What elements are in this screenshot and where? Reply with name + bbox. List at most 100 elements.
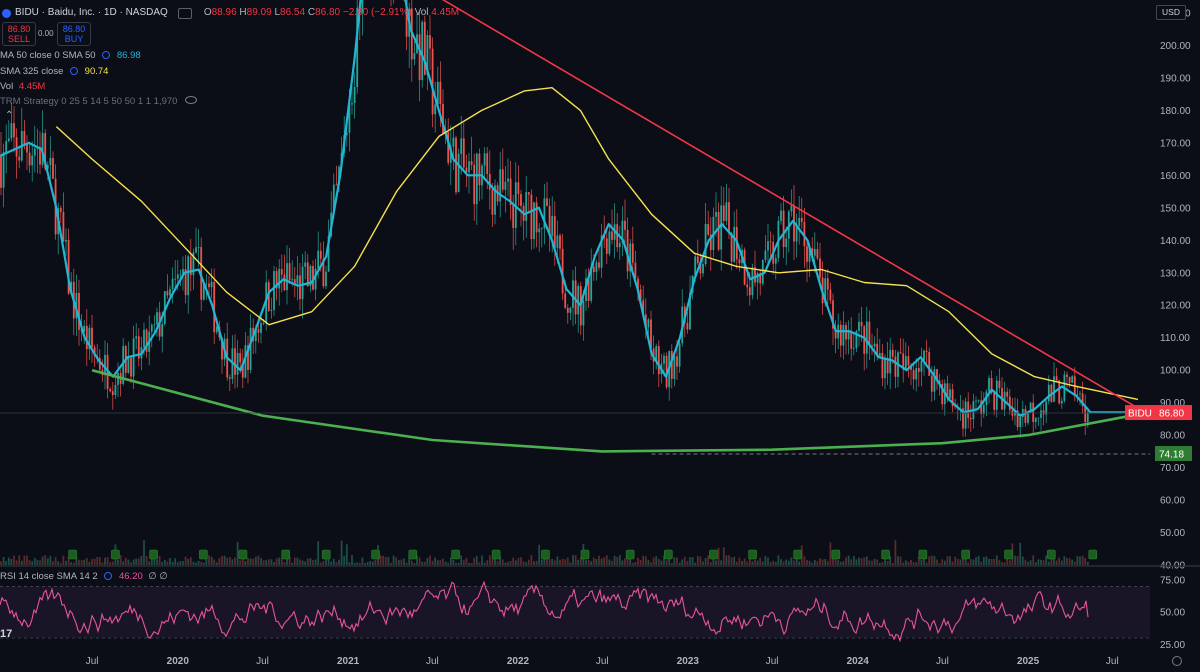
volume-bar [798,561,801,565]
volume-bar [813,559,816,565]
volume-bar [540,559,543,565]
currency-button[interactable]: USD [1156,5,1186,20]
volume-bar [1081,555,1084,565]
volume-bar [426,557,429,565]
volume-bar [275,558,278,565]
volume-bar [761,561,764,565]
pin-icon[interactable] [177,7,192,19]
volume-bar [338,559,340,565]
volume-bar [486,560,489,565]
time-tick-label: Jul [426,656,439,667]
candle-body [1040,410,1042,418]
candle-body [704,223,707,265]
candle-body [850,331,853,349]
volume-bar [267,559,270,565]
candle-body [239,352,242,363]
candle-body [296,275,299,284]
candle-body [865,321,868,354]
rsi-pane[interactable]: 25.00 50.00 75.00 [0,565,1200,651]
rsi-value: 46.20 [118,571,143,582]
candle-body [813,248,816,256]
tradingview-logo[interactable]: 17 [0,628,12,640]
volume-bar [946,556,949,565]
volume-bar [343,555,346,565]
candle-body [1032,402,1035,423]
candle-body [478,153,481,186]
time-tick-label: 2025 [1017,656,1040,667]
candle-body [618,242,621,248]
candle-body [678,343,681,367]
candle-body [595,262,598,273]
candle-body [785,238,788,248]
volume-bar [696,555,699,565]
settings-icon[interactable] [102,51,111,59]
indicator-vol[interactable]: Vol 4.45M [0,81,45,92]
volume-bar [1086,561,1089,565]
volume-bar [637,557,639,565]
candle-body [720,205,723,250]
rsi-extra: ∅ ∅ [148,571,168,582]
settings-icon[interactable] [104,572,113,580]
volume-bar [23,555,26,565]
candle-body [197,247,200,248]
volume-bar [824,558,827,565]
price-axis-bg [1152,0,1200,565]
indicator-value: 90.74 [84,66,109,77]
sell-button[interactable]: 86.80 SELL [2,22,36,46]
indicator-sma325[interactable]: SMA 325 close 90.74 [0,66,108,77]
volume-bar [301,560,304,565]
eye-icon[interactable] [185,96,198,104]
candle-body [127,357,130,373]
indicator-ma50[interactable]: MA 50 close 0 SMA 50 86.98 [0,50,141,61]
collapse-legend-icon[interactable]: ⌃ [5,110,13,121]
volume-bar [353,562,356,565]
symbol-row[interactable]: BIDU · Baidu, Inc. · 1D · NASDAQ O88.96 … [0,7,459,19]
volume-bar [652,557,655,565]
volume-bar [1032,555,1035,565]
chart-settings-icon[interactable] [1172,656,1182,666]
volume-bar [1058,557,1061,565]
volume-bar [816,561,819,565]
candle-body [819,258,821,278]
volume-bar [512,557,515,565]
candle-body [236,352,239,375]
buy-button[interactable]: 86.80 BUY [57,22,91,46]
volume-bar [379,555,382,565]
settings-icon[interactable] [70,67,79,75]
candle-body [761,259,764,284]
volume-bar [117,559,119,565]
time-axis[interactable]: Jul 2020 Jul 2021 Jul 2022 Jul 2023 Jul 2024 Jul 20… [86,656,1119,667]
price-tick-label: 200.00 [1160,41,1191,52]
volume-bar [132,559,135,565]
volume-bar [936,559,938,565]
price-axis[interactable]: 40.0050.0060.0070.0080.0090.00100.00110.… [1125,0,1200,572]
volume-bar [611,560,613,565]
indicator-trm[interactable]: TRM Strategy 0 25 5 14 5 50 50 1 1 1,970 [0,96,198,107]
volume-bar [260,557,262,565]
volume-bar [501,559,504,565]
symbol-title[interactable]: BIDU · Baidu, Inc. · 1D · NASDAQ [15,7,168,19]
volume-bar [826,561,829,565]
volume-bar [468,562,470,565]
rsi-legend[interactable]: RSI 14 close SMA 14 2 46.20 ∅ ∅ [0,571,168,582]
candle-body [85,325,88,350]
volume-bar [104,557,106,565]
candle-body [187,256,190,296]
earnings-marker [491,549,501,560]
volume-bar [722,547,725,565]
candle-body [915,368,918,380]
volume-bar [546,558,548,565]
volume-bar [340,540,343,565]
candle-body [728,202,730,234]
earnings-marker [149,549,158,560]
candle-body [52,157,54,179]
candle-body [1086,412,1089,423]
candle-body [715,212,717,217]
volume-bar [865,556,868,565]
candle-body [748,287,751,296]
buy-price: 86.80 [62,24,86,34]
candle-body [535,202,538,233]
candle-body [878,352,881,357]
volume-bar [182,561,184,565]
volume-bar [1027,561,1029,565]
